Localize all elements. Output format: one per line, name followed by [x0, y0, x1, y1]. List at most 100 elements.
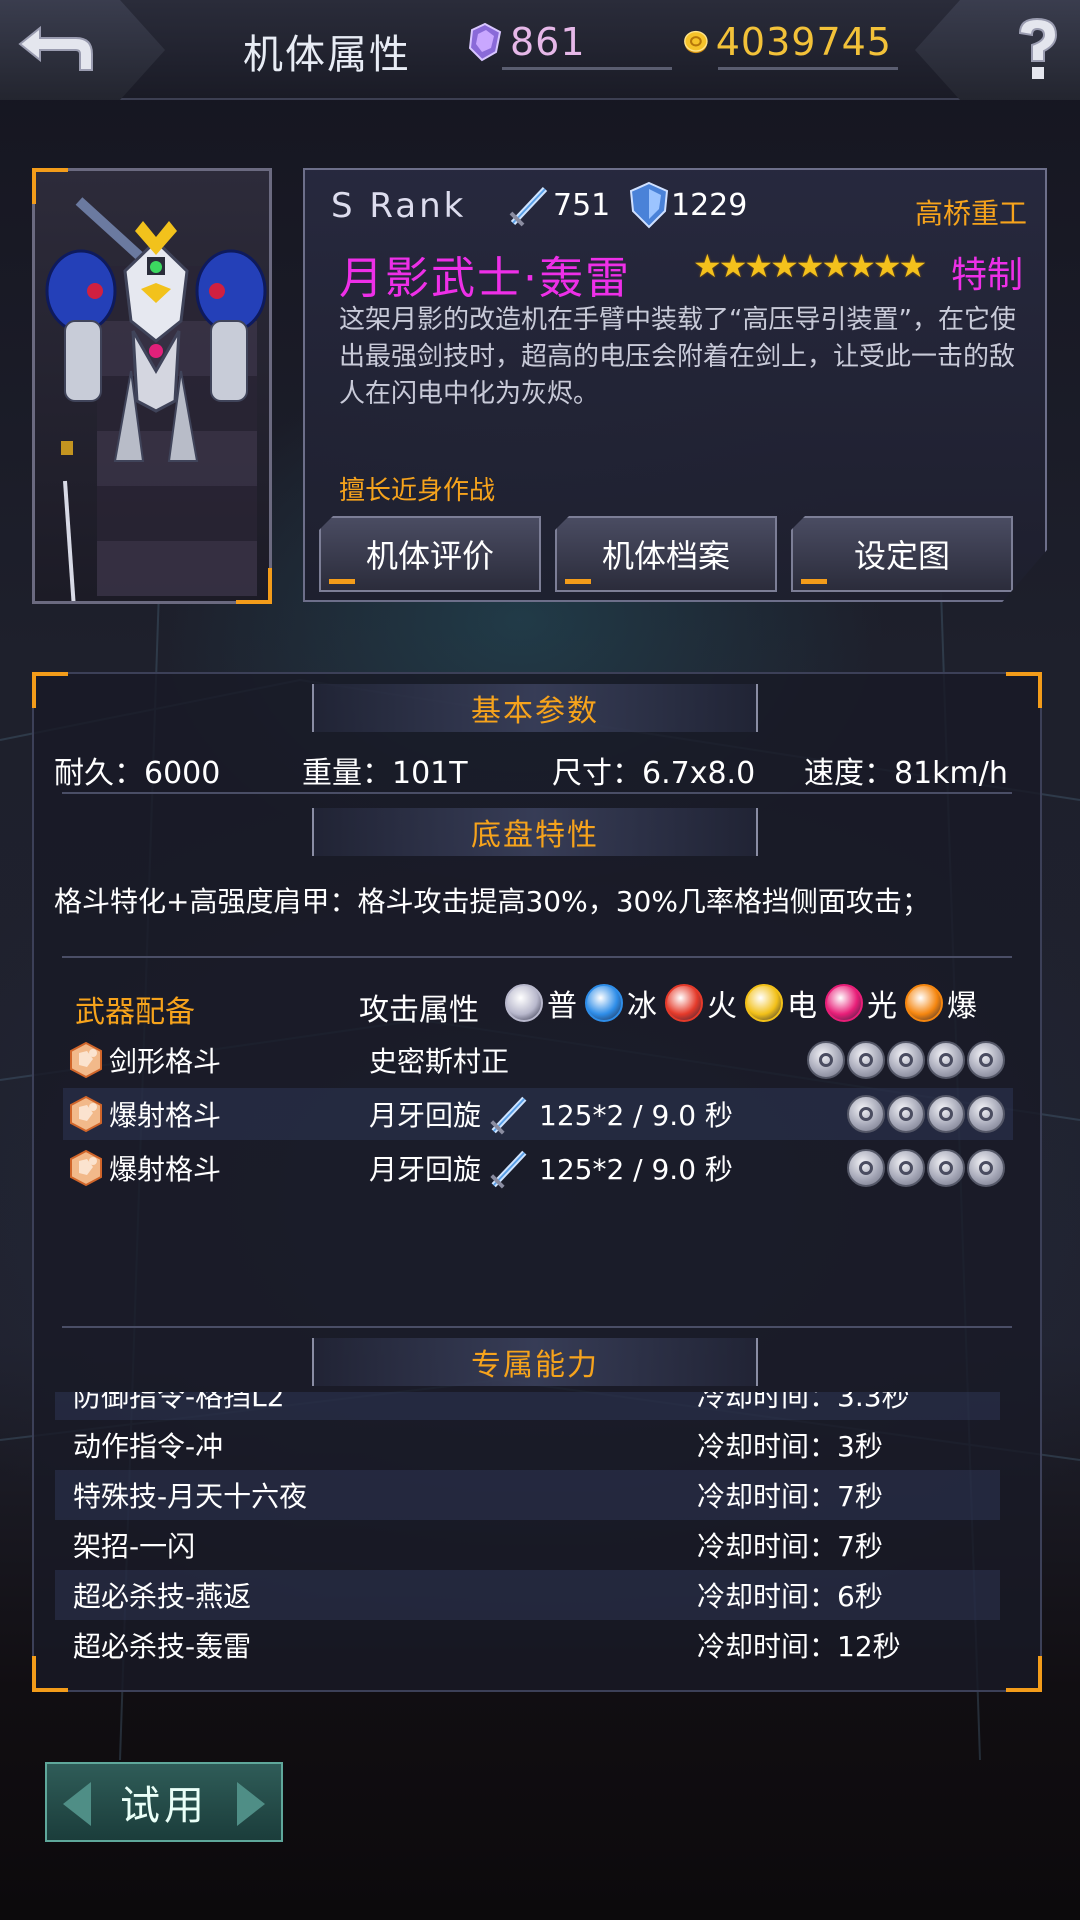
element-icon: [585, 984, 623, 1022]
element-item: 爆: [905, 981, 977, 1025]
element-label: 冰: [627, 989, 657, 1024]
specialty-label: 擅长近身作战: [339, 476, 496, 506]
attack-attribute-label: 攻击属性: [359, 993, 479, 1028]
mech-profile-button[interactable]: 机体档案: [555, 516, 777, 592]
chassis-header: 底盘特性: [312, 808, 758, 856]
button-accent: [329, 579, 355, 584]
mech-evaluation-button[interactable]: 机体评价: [319, 516, 541, 592]
sword-icon: [509, 186, 548, 227]
ability-name: 动作指令-冲: [73, 1430, 224, 1463]
element-icon: [745, 984, 783, 1022]
special-tag: 特制: [950, 255, 1023, 296]
weapon-row[interactable]: 剑形格斗 史密斯村正: [63, 1034, 1013, 1086]
weapon-type-icon: [67, 1041, 105, 1079]
gem-underline: [502, 67, 672, 70]
mech-info-panel: S Rank 751 1229 高桥重工 月影武士·轰雷 ★ ★ ★ ★ ★ ★ ★ ★ ★ 特…: [303, 168, 1047, 602]
button-accent: [565, 579, 591, 584]
weapon-damage-value: 125*2 / 9.0 秒: [539, 1099, 733, 1132]
durability-param: 耐久：6000: [54, 756, 221, 791]
button-accent: [801, 579, 827, 584]
element-icon: [505, 984, 543, 1022]
weapon-type: 爆射格斗: [109, 1153, 222, 1186]
weight-param: 重量：101T: [302, 756, 468, 791]
element-item: 光: [825, 981, 897, 1025]
chevron-right-icon: [237, 1782, 265, 1826]
concept-art-button[interactable]: 设定图: [791, 516, 1013, 592]
manufacturer-label: 高桥重工: [914, 197, 1027, 230]
slot-icon: [887, 1041, 925, 1079]
attack-value: 751: [553, 187, 611, 223]
abilities-list[interactable]: 防御指令-格挡L2 冷却时间：3.3秒 动作指令-冲 冷却时间：3秒 特殊技-月…: [0, 1392, 1080, 1692]
ability-cooldown: 冷却时间：7秒: [697, 1480, 883, 1513]
slot-icon: [847, 1041, 885, 1079]
size-param: 尺寸：6.7x8.0: [552, 756, 756, 791]
ability-row: 动作指令-冲 冷却时间：3秒: [55, 1420, 1000, 1470]
ability-row: 超必杀技-轰雷 冷却时间：12秒: [55, 1620, 1000, 1670]
slot-group: [845, 1149, 1005, 1187]
star-icon: ★: [898, 247, 928, 285]
element-item: 普: [505, 981, 577, 1025]
star-icon: ★: [693, 247, 722, 285]
element-label: 普: [547, 989, 577, 1024]
sword-icon: [490, 1150, 527, 1189]
gem-counter: 861: [466, 12, 672, 72]
ability-name: 防御指令-格挡L2: [73, 1392, 285, 1413]
ability-name: 超必杀技-轰雷: [73, 1630, 252, 1663]
sword-icon: [490, 1096, 527, 1135]
ability-row: 特殊技-月天十六夜 冷却时间：7秒: [55, 1470, 1000, 1520]
defense-stat: 1229: [627, 180, 747, 230]
mech-portrait[interactable]: [32, 168, 272, 604]
weapon-row[interactable]: 爆射格斗 月牙回旋 125*2 / 9.0 秒: [63, 1142, 1013, 1194]
abilities-header: 专属能力: [312, 1338, 758, 1386]
star-icon: ★: [872, 247, 902, 285]
slot-group: [805, 1041, 1005, 1079]
ability-cooldown: 冷却时间：3.3秒: [697, 1392, 910, 1413]
ability-cooldown: 冷却时间：12秒: [697, 1630, 901, 1663]
rank-label: S Rank: [331, 186, 467, 226]
back-button[interactable]: [0, 0, 165, 100]
help-icon: [1018, 17, 1058, 79]
help-button[interactable]: [915, 0, 1080, 100]
weapon-damage: 125*2 / 9.0 秒: [485, 1091, 733, 1137]
concept-art-label: 设定图: [853, 537, 950, 575]
slot-icon: [847, 1095, 885, 1133]
weapon-name: 史密斯村正: [369, 1045, 510, 1078]
element-label: 火: [707, 989, 737, 1024]
element-label: 光: [867, 989, 897, 1024]
section-divider: [62, 956, 1012, 958]
element-item: 电: [745, 981, 817, 1025]
ability-row: 防御指令-格挡L2 冷却时间：3.3秒: [55, 1392, 1000, 1420]
chevron-left-icon: [63, 1782, 91, 1826]
slot-icon: [807, 1041, 845, 1079]
mech-description: 这架月影的改造机在手臂中装载了“高压导引装置”，在它使出最强剑技时，超高的电压会…: [339, 305, 1016, 409]
weapons-title: 武器配备: [75, 995, 195, 1030]
star-icon: ★: [847, 247, 876, 285]
gold-count: 4039745: [715, 20, 892, 64]
slot-group: [845, 1095, 1005, 1133]
gold-coin-icon: [684, 30, 708, 54]
weapons-header: 武器配备 攻击属性 普 冰 火 电 光 爆: [63, 977, 1013, 1030]
slot-icon: [887, 1149, 925, 1187]
weapon-damage-value: 125*2 / 9.0 秒: [539, 1153, 733, 1186]
ability-cooldown: 冷却时间：7秒: [697, 1530, 883, 1563]
mech-profile-label: 机体档案: [601, 537, 730, 575]
weapon-row[interactable]: 爆射格斗 月牙回旋 125*2 / 9.0 秒: [63, 1088, 1013, 1140]
star-icon: ★: [821, 247, 851, 285]
weapon-name: 月牙回旋: [369, 1099, 482, 1132]
weapon-type-icon: [67, 1149, 105, 1187]
slot-icon: [847, 1149, 885, 1187]
element-icon: [665, 984, 703, 1022]
gem-count: 861: [510, 20, 586, 64]
mech-sprite: [45, 197, 267, 601]
star-rating: ★ ★ ★ ★ ★ ★ ★ ★ ★: [693, 247, 927, 285]
try-button[interactable]: 试用: [45, 1762, 283, 1842]
speed-param: 速度：81km/h: [804, 756, 1008, 791]
element-label: 爆: [947, 989, 977, 1024]
section-divider: [62, 792, 1012, 794]
ability-cooldown: 冷却时间：6秒: [697, 1580, 883, 1613]
slot-icon: [887, 1095, 925, 1133]
ability-name: 超必杀技-燕返: [73, 1580, 252, 1613]
element-icon: [905, 984, 943, 1022]
element-label: 电: [787, 989, 817, 1024]
panel-corner: [32, 672, 68, 708]
